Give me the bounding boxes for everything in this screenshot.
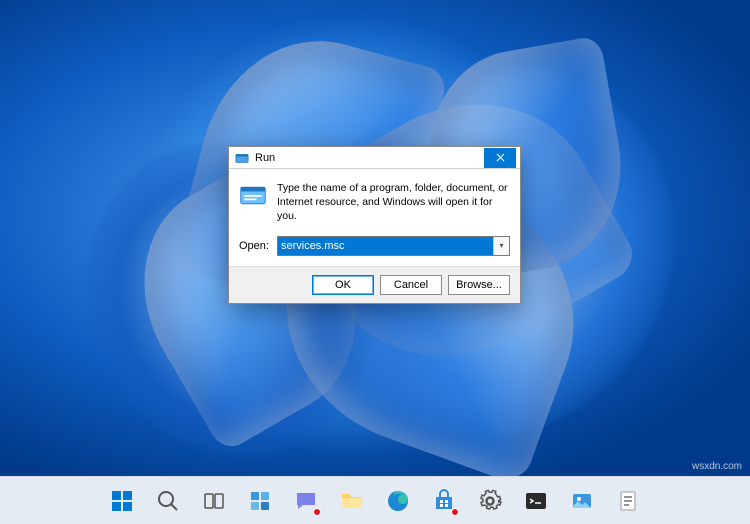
terminal-icon <box>524 489 548 513</box>
search-icon <box>156 489 180 513</box>
close-icon <box>496 153 505 162</box>
taskbar-items <box>102 481 648 521</box>
settings-icon <box>478 489 502 513</box>
run-description: Type the name of a program, folder, docu… <box>277 181 510 224</box>
browse-button[interactable]: Browse... <box>448 275 510 295</box>
settings-button[interactable] <box>470 481 510 521</box>
chevron-down-icon: ▾ <box>499 241 503 250</box>
run-dialog: Run Type the name of a program, folder, … <box>228 146 521 304</box>
pinned-app-photos[interactable] <box>562 481 602 521</box>
task-view-icon <box>202 489 226 513</box>
widgets-button[interactable] <box>240 481 280 521</box>
open-label: Open: <box>239 240 269 252</box>
start-button[interactable] <box>102 481 142 521</box>
combobox-dropdown-button[interactable]: ▾ <box>493 237 509 255</box>
pinned-app-document[interactable] <box>608 481 648 521</box>
edge-button[interactable] <box>378 481 418 521</box>
task-view-button[interactable] <box>194 481 234 521</box>
run-title: Run <box>255 152 484 164</box>
open-input[interactable] <box>278 237 493 255</box>
open-combobox[interactable]: ▾ <box>277 236 510 256</box>
file-explorer-icon <box>340 489 364 513</box>
notification-badge-icon <box>451 508 459 516</box>
windows-logo-icon <box>110 489 134 513</box>
chat-button[interactable] <box>286 481 326 521</box>
edge-icon <box>386 489 410 513</box>
photos-icon <box>570 489 594 513</box>
watermark-text: wsxdn.com <box>692 461 742 472</box>
notification-badge-icon <box>313 508 321 516</box>
widgets-icon <box>248 489 272 513</box>
file-explorer-button[interactable] <box>332 481 372 521</box>
pinned-app-terminal[interactable] <box>516 481 556 521</box>
store-button[interactable] <box>424 481 464 521</box>
run-titlebar-icon <box>235 151 249 165</box>
cancel-button[interactable]: Cancel <box>380 275 442 295</box>
document-icon <box>616 489 640 513</box>
search-button[interactable] <box>148 481 188 521</box>
run-button-row: OK Cancel Browse... <box>229 266 520 303</box>
run-app-icon <box>239 181 267 209</box>
close-button[interactable] <box>484 148 516 168</box>
ok-button[interactable]: OK <box>312 275 374 295</box>
run-titlebar[interactable]: Run <box>229 147 520 169</box>
taskbar <box>0 476 750 524</box>
